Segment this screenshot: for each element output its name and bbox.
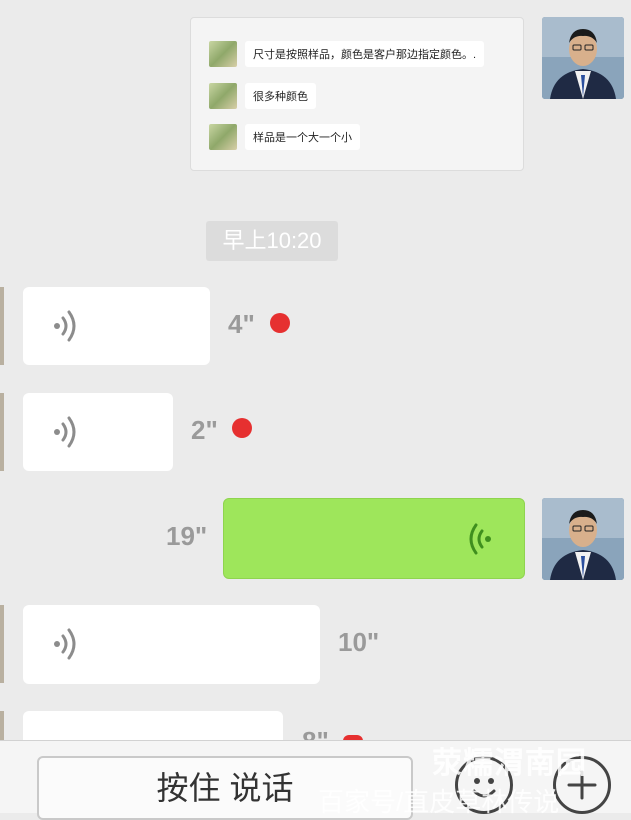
voice-message-bubble[interactable]: [23, 287, 210, 365]
source-watermark: 百家号/直皮草林传说: [318, 787, 560, 817]
voice-wave-icon: [469, 523, 491, 555]
my-avatar[interactable]: [542, 498, 624, 580]
unread-dot: [270, 313, 290, 333]
sender-thumbnail: [209, 124, 237, 150]
contact-avatar-edge[interactable]: [0, 287, 4, 365]
unread-dot: [232, 418, 252, 438]
sender-thumbnail: [209, 41, 237, 67]
sender-thumbnail: [209, 83, 237, 109]
voice-message-bubble[interactable]: [223, 498, 525, 579]
forwarded-message-row: 尺寸是按照样品，颜色是客户那边指定颜色。.: [209, 39, 485, 69]
voice-wave-icon: [54, 310, 76, 342]
contact-avatar-edge[interactable]: [0, 711, 4, 741]
forwarded-message-text: 很多种颜色: [245, 83, 316, 109]
voice-message-bubble[interactable]: [23, 393, 173, 471]
voice-duration: 10": [338, 627, 380, 657]
voice-duration: 19": [166, 521, 208, 551]
voice-duration: 8": [302, 726, 329, 740]
forwarded-message-text: 样品是一个大一个小: [245, 124, 360, 150]
forwarded-message-text: 尺寸是按照样品，颜色是客户那边指定颜色。.: [245, 41, 485, 67]
voice-message-bubble[interactable]: [23, 605, 320, 684]
logo-watermark: 荥糯渭南园: [432, 747, 587, 780]
my-avatar[interactable]: [542, 17, 624, 99]
voice-duration: 2": [191, 415, 218, 445]
contact-avatar-edge[interactable]: [0, 393, 4, 471]
forwarded-message-row: 样品是一个大一个小: [209, 122, 360, 152]
contact-avatar-edge[interactable]: [0, 605, 4, 683]
forwarded-chat-card[interactable]: 尺寸是按照样品，颜色是客户那边指定颜色。. 很多种颜色 样品是一个大一个小: [190, 17, 524, 171]
voice-wave-icon: [54, 628, 76, 660]
message-timestamp: 早上10:20: [206, 221, 338, 261]
voice-duration: 4": [228, 309, 255, 339]
voice-wave-icon: [54, 416, 76, 448]
forwarded-message-row: 很多种颜色: [209, 81, 316, 111]
